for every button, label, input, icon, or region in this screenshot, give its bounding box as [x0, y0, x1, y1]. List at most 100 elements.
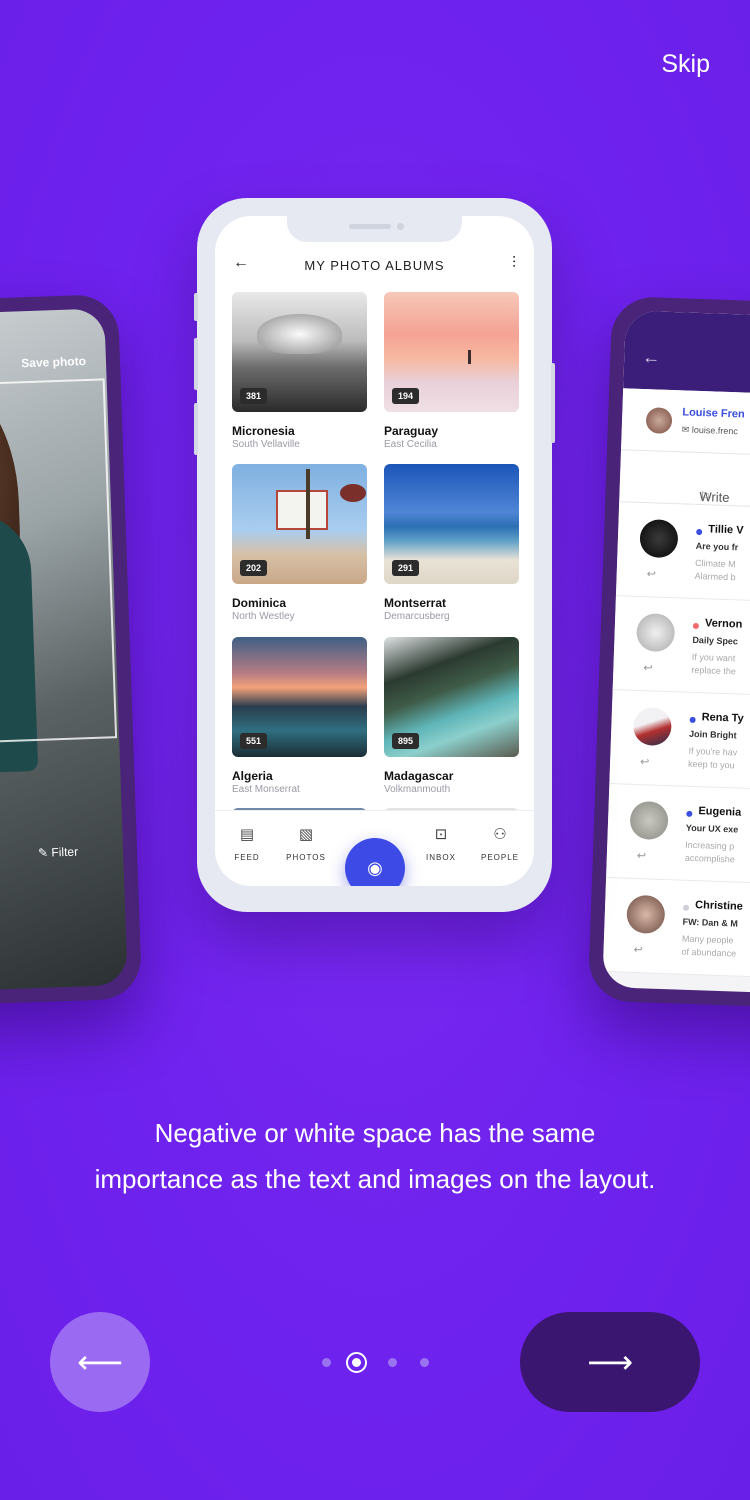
- sender-mail-text: louise.frenc: [691, 424, 738, 437]
- skip-button[interactable]: Skip: [661, 50, 710, 79]
- sliders-icon: ⫶: [511, 255, 516, 272]
- inbox-screen: ← Louise Fren ✉ louise.frenc ⚐ Write a n…: [602, 310, 750, 995]
- phone-side-button: [551, 363, 555, 443]
- reply-icon: ↩: [633, 943, 643, 957]
- album-card: 291 Montserrat Demarcusberg: [384, 464, 519, 622]
- page-dot[interactable]: [388, 1358, 397, 1367]
- album-location: Demarcusberg: [384, 611, 450, 622]
- tab-people[interactable]: ⚇ PEOPLE: [470, 825, 530, 862]
- album-name: Algeria: [232, 769, 273, 783]
- album-location: South Vellaville: [232, 439, 300, 450]
- avatar: [639, 518, 679, 559]
- photo-count-badge: 194: [392, 388, 420, 404]
- page-dot-active[interactable]: [346, 1352, 367, 1373]
- photos-icon: ▧: [298, 826, 314, 843]
- unread-dot: [692, 622, 700, 630]
- message-sender: Eugenia: [698, 805, 742, 819]
- album-location: North Westley: [232, 611, 295, 622]
- photo-count-badge: 895: [392, 733, 420, 749]
- inbox-icon: ⊡: [434, 826, 448, 843]
- message-preview: If you want replace the: [691, 651, 737, 677]
- message-sender: Tillie V: [708, 523, 744, 537]
- unread-dot: [682, 904, 690, 911]
- avatar: [626, 894, 666, 935]
- photo-count-badge: 551: [240, 733, 268, 749]
- page-title: MY PHOTO ALBUMS: [304, 258, 445, 273]
- right-phone-preview: ← Louise Fren ✉ louise.frenc ⚐ Write a n…: [587, 295, 750, 1010]
- album-thumbnail: 895: [384, 637, 519, 757]
- compose-row: ⚐ Write a new: [619, 450, 750, 535]
- album-thumbnail: 291: [384, 464, 519, 584]
- tab-feed[interactable]: ▤ FEED: [217, 825, 277, 862]
- album-name: Micronesia: [232, 424, 295, 438]
- message-sender: Christine: [694, 899, 744, 913]
- album-location: East Cecilia: [384, 439, 437, 450]
- front-camera: [397, 223, 404, 230]
- app-header: ← MY PHOTO ALBUMS ⫶: [215, 254, 534, 278]
- arrow-right-icon: ⟶: [587, 1344, 633, 1380]
- caption-line-1: Negative or white space has the same: [154, 1118, 596, 1148]
- avatar: [629, 800, 669, 841]
- tab-label: PHOTOS: [286, 853, 326, 862]
- feed-icon: ▤: [239, 826, 255, 843]
- umbrella: [340, 484, 366, 502]
- list-item: Eugenia Your UX exe Increasing p accompl…: [606, 784, 750, 886]
- lifeguard-tower: [276, 490, 328, 530]
- camera-icon: ◉: [367, 857, 383, 878]
- tab-label: FEED: [234, 853, 260, 862]
- list-item: Vernon Daily Spec If you want replace th…: [612, 596, 750, 698]
- reply-icon: ↩: [643, 662, 653, 675]
- phone-side-button: [194, 403, 198, 455]
- sender-mail: ✉ louise.frenc: [682, 424, 738, 437]
- previous-button[interactable]: ⟵: [50, 1312, 150, 1412]
- list-item: Rena Ty Join Bright If you're hav keep t…: [609, 690, 750, 792]
- phone-side-button: [194, 338, 198, 390]
- unread-dot: [689, 716, 696, 724]
- tab-photos[interactable]: ▧ PHOTOS: [276, 825, 336, 862]
- feather-icon: ✎: [37, 845, 52, 860]
- list-item: Christine FW: Dan & M Many people of abu…: [602, 877, 750, 980]
- message-subject: Are you fr: [695, 540, 739, 553]
- page-dot[interactable]: [420, 1358, 429, 1367]
- avatar: [632, 706, 673, 747]
- message-preview: If you're hav keep to you: [687, 745, 738, 771]
- tab-label: PEOPLE: [480, 853, 519, 862]
- avatar: [645, 407, 673, 435]
- inbox-topbar: ←: [623, 310, 750, 397]
- photo-count-badge: 291: [392, 560, 420, 576]
- page-dot[interactable]: [322, 1358, 331, 1367]
- next-button[interactable]: ⟶: [520, 1312, 700, 1412]
- caption-line-2: importance as the text and images on the…: [94, 1164, 656, 1194]
- person-silhouette: [468, 350, 471, 364]
- message-preview: Increasing p accomplishe: [684, 839, 735, 865]
- album-thumbnail: 202: [232, 464, 367, 584]
- reply-icon: ↩: [636, 850, 647, 863]
- message-sender: Rena Ty: [701, 711, 744, 725]
- phone-notch: [287, 216, 462, 242]
- message-preview: Climate M Alarmed b: [694, 557, 736, 583]
- album-thumbnail: 551: [232, 637, 367, 757]
- album-thumbnail: 381: [232, 292, 367, 412]
- arrow-left-icon: ←: [641, 346, 661, 368]
- sender-name: Louise Fren: [682, 406, 745, 421]
- left-phone-preview: Save photo ✎ Filter: [0, 293, 143, 1008]
- tab-inbox[interactable]: ⊡ INBOX: [411, 825, 471, 862]
- album-location: East Monserrat: [232, 784, 300, 795]
- message-subject: Your UX exe: [685, 822, 739, 835]
- speaker: [349, 224, 391, 229]
- album-card: 381 Micronesia South Vellaville: [232, 292, 367, 450]
- save-photo-label: Save photo: [21, 354, 87, 371]
- album-location: Volkmanmouth: [384, 784, 451, 795]
- album-card: 194 Paraguay East Cecilia: [384, 292, 519, 450]
- page-indicator: [318, 1352, 438, 1373]
- phone-side-button: [194, 293, 198, 321]
- album-name: Madagascar: [384, 769, 454, 783]
- message-sender: Vernon: [704, 617, 743, 631]
- message-subject: FW: Dan & M: [682, 916, 739, 929]
- photo-count-badge: 381: [240, 388, 268, 404]
- reply-icon: ↩: [646, 568, 657, 581]
- unread-dot: [696, 528, 703, 536]
- main-phone-preview: ← MY PHOTO ALBUMS ⫶ 381 Micronesia South…: [194, 198, 555, 912]
- unread-dot: [686, 810, 693, 817]
- bean-sculpture: [257, 314, 342, 354]
